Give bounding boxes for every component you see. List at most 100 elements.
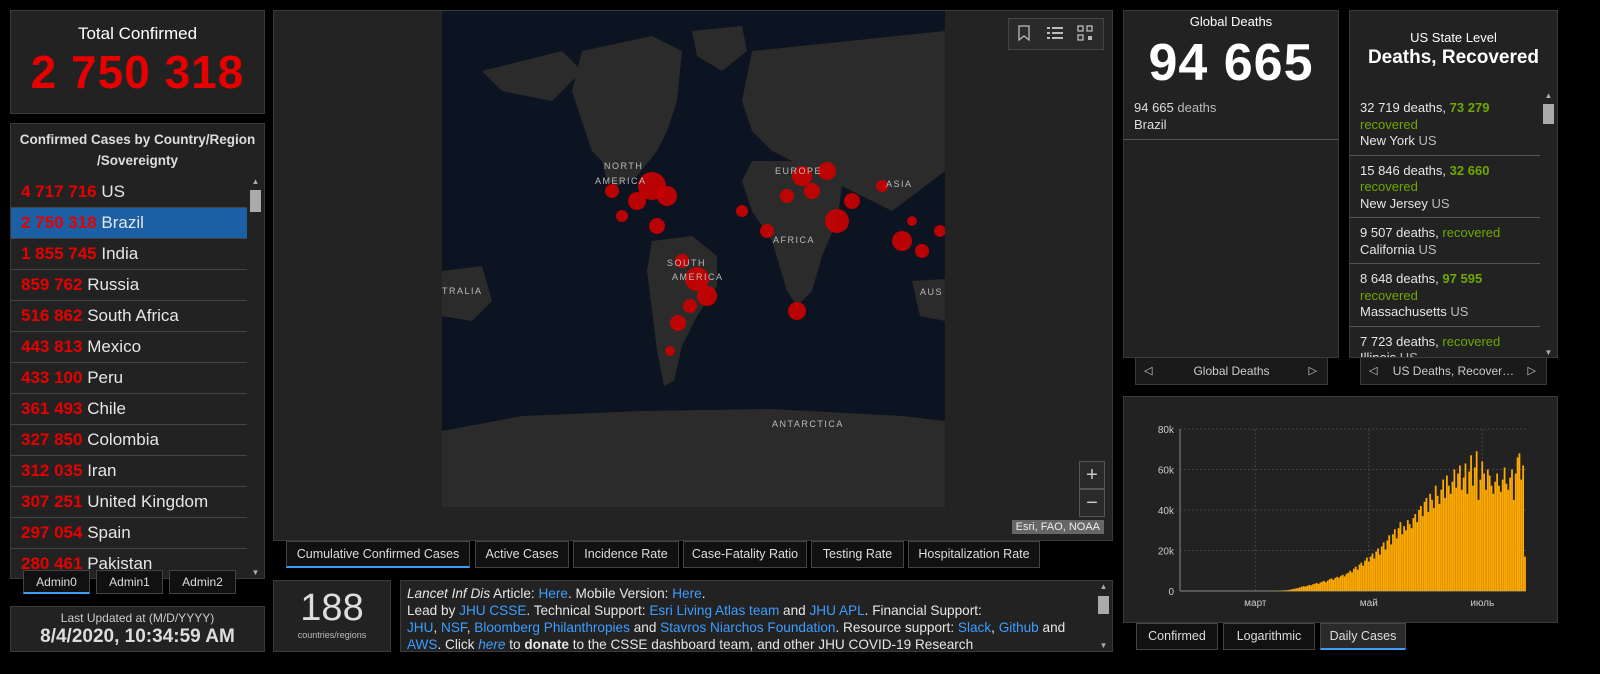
link-esri-living-atlas[interactable]: Esri Living Atlas team [649, 603, 779, 618]
link-nsf[interactable]: NSF [441, 620, 467, 635]
country-list-item[interactable]: 361 493 Chile [11, 394, 247, 425]
link-jhu-apl[interactable]: JHU APL [810, 603, 865, 618]
global-deaths-nav-label: Global Deaths [1193, 364, 1270, 378]
bookmark-icon[interactable] [1018, 25, 1030, 45]
case-bubble [780, 189, 794, 203]
map-canvas[interactable]: NORTH AMERICA EUROPE ASIA AFRICA SOUTH A… [442, 11, 945, 507]
chart-bar [1423, 501, 1426, 591]
chart-bar [1438, 503, 1441, 591]
zoom-out-button[interactable]: − [1079, 489, 1105, 517]
info-text-segment: and [1038, 620, 1066, 635]
tab-admin2[interactable]: Admin2 [169, 570, 236, 594]
scroll-up-icon[interactable]: ▲ [1097, 582, 1110, 591]
country-list-item[interactable]: 327 850 Colombia [11, 425, 247, 456]
country-list-item[interactable]: 443 813 Mexico [11, 332, 247, 363]
country-list-item[interactable]: 859 762 Russia [11, 270, 247, 301]
link-slack[interactable]: Slack [958, 620, 991, 635]
chart-bar [1440, 489, 1443, 591]
countries-count-value: 188 [300, 587, 364, 629]
chevron-left-icon[interactable]: ◁ [1144, 358, 1152, 384]
scroll-thumb[interactable] [1543, 104, 1554, 124]
tab-cumulative-confirmed[interactable]: Cumulative Confirmed Cases [286, 541, 470, 568]
chart-bar [1323, 580, 1326, 591]
state-recovered-label: recovered [1360, 179, 1418, 194]
link-bloomberg[interactable]: Bloomberg Philanthropies [474, 620, 630, 635]
map-label-south: SOUTH [667, 258, 706, 268]
chart-bar [1282, 590, 1285, 591]
chart-bar [1390, 544, 1392, 591]
country-name: Brazil [101, 213, 144, 232]
chart-bar [1310, 585, 1312, 591]
deaths-list-item[interactable]: 94 665 deaths Brazil [1124, 93, 1338, 140]
scroll-down-icon[interactable]: ▼ [1097, 641, 1110, 650]
chart-bar [1319, 582, 1322, 591]
chart-bar [1486, 469, 1489, 591]
chart-bar [1449, 493, 1452, 591]
zoom-in-button[interactable]: + [1079, 461, 1105, 489]
countries-count-panel: 188 countries/regions [273, 580, 391, 652]
tab-active-cases[interactable]: Active Cases [475, 541, 569, 568]
info-panel: Lancet Inf Dis Article: Here. Mobile Ver… [400, 580, 1113, 652]
world-map[interactable]: NORTH AMERICA EUROPE ASIA AFRICA SOUTH A… [442, 11, 945, 507]
layer-list-svg [1047, 27, 1063, 39]
tab-hospitalization-rate[interactable]: Hospitalization Rate [908, 541, 1040, 568]
chart-bar [1421, 516, 1424, 591]
chart-bar [1300, 586, 1303, 591]
scroll-up-icon[interactable]: ▲ [249, 177, 262, 186]
chevron-left-icon[interactable]: ◁ [1369, 358, 1377, 384]
link-donate-here[interactable]: here [478, 637, 505, 651]
states-scrollbar[interactable]: ▲ ▼ [1542, 91, 1555, 357]
chart-bar [1427, 512, 1430, 591]
link-jhu[interactable]: JHU [407, 620, 433, 635]
map-label-africa: AFRICA [773, 235, 815, 245]
scroll-thumb[interactable] [250, 190, 261, 212]
countries-scrollbar[interactable]: ▲ ▼ [249, 177, 262, 577]
state-list-item[interactable]: 8 648 deaths, 97 595 recovered Massachuse… [1350, 264, 1540, 327]
info-scrollbar[interactable]: ▲ ▼ [1097, 582, 1110, 650]
tab-testing-rate[interactable]: Testing Rate [811, 541, 904, 568]
tab-confirmed[interactable]: Confirmed [1136, 623, 1218, 650]
country-case-count: 433 100 [21, 368, 83, 387]
scroll-down-icon[interactable]: ▼ [1542, 348, 1555, 357]
tab-case-fatality-ratio[interactable]: Case-Fatality Ratio [683, 541, 807, 568]
chart-bar [1315, 582, 1318, 591]
link-aws[interactable]: AWS [407, 637, 437, 651]
country-list-item[interactable]: 516 862 South Africa [11, 301, 247, 332]
link-mobile-here[interactable]: Here [672, 586, 701, 601]
tab-incidence-rate[interactable]: Incidence Rate [573, 541, 679, 568]
chevron-right-icon[interactable]: ▷ [1309, 358, 1317, 384]
tab-logarithmic[interactable]: Logarithmic [1223, 623, 1315, 650]
state-list-item[interactable]: 9 507 deaths, recovered California US [1350, 218, 1540, 264]
tab-daily-cases[interactable]: Daily Cases [1320, 623, 1406, 650]
country-list-item[interactable]: 312 035 Iran [11, 456, 247, 487]
map-toolbar [1008, 18, 1104, 50]
chart-bar [1351, 572, 1353, 591]
tab-admin1[interactable]: Admin1 [96, 570, 163, 594]
country-list-item[interactable]: 4 717 716 US [11, 177, 247, 208]
qr-code-svg [1077, 25, 1093, 41]
country-list-item[interactable]: 433 100 Peru [11, 363, 247, 394]
scroll-up-icon[interactable]: ▲ [1542, 91, 1555, 100]
state-list-item[interactable]: 7 723 deaths, recovered Illinois US [1350, 327, 1540, 358]
tab-admin0[interactable]: Admin0 [23, 570, 90, 594]
state-list-item[interactable]: 32 719 deaths, 73 279 recovered New York … [1350, 93, 1540, 156]
country-list-item[interactable]: 297 054 Spain [11, 518, 247, 549]
chart-bar [1293, 588, 1296, 591]
chart-bar [1429, 493, 1432, 591]
chart-bar [1386, 540, 1389, 591]
link-github[interactable]: Github [999, 620, 1039, 635]
state-list-item[interactable]: 15 846 deaths, 32 660 recovered New Jerse… [1350, 156, 1540, 218]
qr-code-icon[interactable] [1077, 25, 1093, 45]
country-list-item[interactable]: 2 750 318 Brazil [11, 208, 247, 239]
link-jhu-csse[interactable]: JHU CSSE [459, 603, 526, 618]
country-list-item[interactable]: 1 855 745 India [11, 239, 247, 270]
scroll-down-icon[interactable]: ▼ [249, 568, 262, 577]
scroll-thumb[interactable] [1098, 596, 1109, 614]
country-case-count: 859 762 [21, 275, 83, 294]
countries-panel: Confirmed Cases by Country/Region /Sover… [10, 123, 265, 579]
chevron-right-icon[interactable]: ▷ [1528, 358, 1536, 384]
country-list-item[interactable]: 307 251 United Kingdom [11, 487, 247, 518]
link-article-here[interactable]: Here [538, 586, 567, 601]
link-snf[interactable]: Stavros Niarchos Foundation [660, 620, 835, 635]
layer-list-icon[interactable] [1047, 25, 1063, 45]
